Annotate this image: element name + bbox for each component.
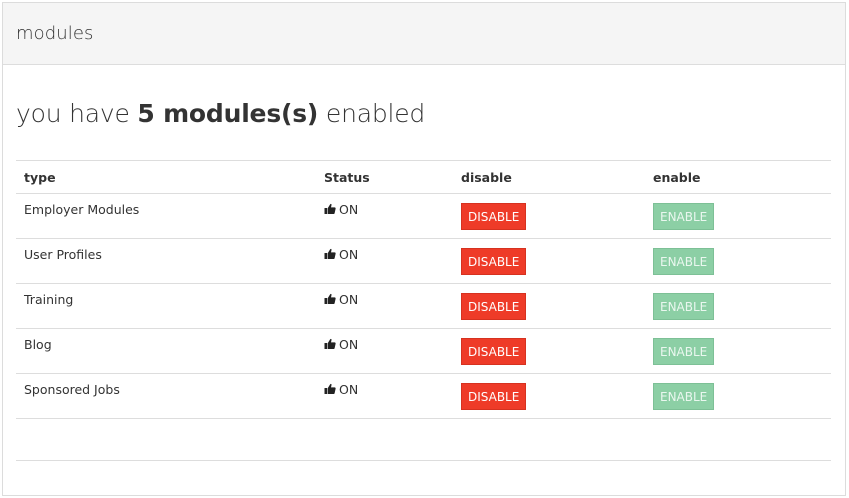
status-cell: ON [316,328,453,374]
enable-cell: ENABLE [645,373,831,419]
enable-cell: ENABLE [645,328,831,374]
thumbs-up-icon [324,383,336,394]
module-name: Blog [16,328,316,374]
disable-cell: DISABLE [453,328,645,374]
disable-button[interactable]: DISABLE [461,293,527,320]
enable-button[interactable]: ENABLE [653,338,715,365]
enable-button[interactable]: ENABLE [653,248,715,275]
column-header-disable: disable [453,160,645,194]
summary-suffix: enabled [318,99,426,128]
panel-header: modules [3,3,845,65]
thumbs-up-icon [324,338,336,349]
status-cell: ON [316,373,453,419]
enable-cell: ENABLE [645,193,831,239]
panel-title: modules [16,23,94,44]
thumbs-up-icon [324,203,336,214]
module-name: Training [16,283,316,329]
table-row: User Profiles ON DISABLE ENABLE [16,238,831,284]
table-row: Employer Modules ON DISABLE ENABLE [16,193,831,239]
column-header-type: type [16,160,316,194]
table-row: Training ON DISABLE ENABLE [16,283,831,329]
disable-cell: DISABLE [453,283,645,329]
status-badge: ON [324,202,358,217]
status-text: ON [339,247,359,262]
status-text: ON [339,337,359,352]
disable-button[interactable]: DISABLE [461,203,527,230]
summary-prefix: you have [16,99,138,128]
status-badge: ON [324,382,358,397]
enable-cell: ENABLE [645,283,831,329]
modules-summary: you have 5 modules(s) enabled [16,99,425,128]
status-cell: ON [316,283,453,329]
table-row: Sponsored Jobs ON DISABLE ENABLE [16,373,831,419]
module-name: Sponsored Jobs [16,373,316,419]
enable-button[interactable]: ENABLE [653,203,715,230]
disable-cell: DISABLE [453,238,645,284]
table-footer-divider [16,460,831,461]
column-header-enable: enable [645,160,831,194]
status-text: ON [339,292,359,307]
enable-button[interactable]: ENABLE [653,383,715,410]
enable-cell: ENABLE [645,238,831,284]
thumbs-up-icon [324,248,336,259]
table-header-row: type Status disable enable [16,160,831,194]
disable-button[interactable]: DISABLE [461,383,527,410]
status-badge: ON [324,337,358,352]
modules-count: 5 modules(s) [137,99,319,128]
column-header-status: Status [316,160,453,194]
status-text: ON [339,382,359,397]
table-row: Blog ON DISABLE ENABLE [16,328,831,374]
module-name: Employer Modules [16,193,316,239]
status-cell: ON [316,238,453,284]
disable-button[interactable]: DISABLE [461,338,527,365]
disable-cell: DISABLE [453,193,645,239]
status-badge: ON [324,292,358,307]
disable-cell: DISABLE [453,373,645,419]
modules-table: type Status disable enable Employer Modu… [16,160,831,419]
enable-button[interactable]: ENABLE [653,293,715,320]
disable-button[interactable]: DISABLE [461,248,527,275]
modules-panel: modules you have 5 modules(s) enabled ty… [2,2,846,496]
thumbs-up-icon [324,293,336,304]
status-badge: ON [324,247,358,262]
status-text: ON [339,202,359,217]
status-cell: ON [316,193,453,239]
module-name: User Profiles [16,238,316,284]
